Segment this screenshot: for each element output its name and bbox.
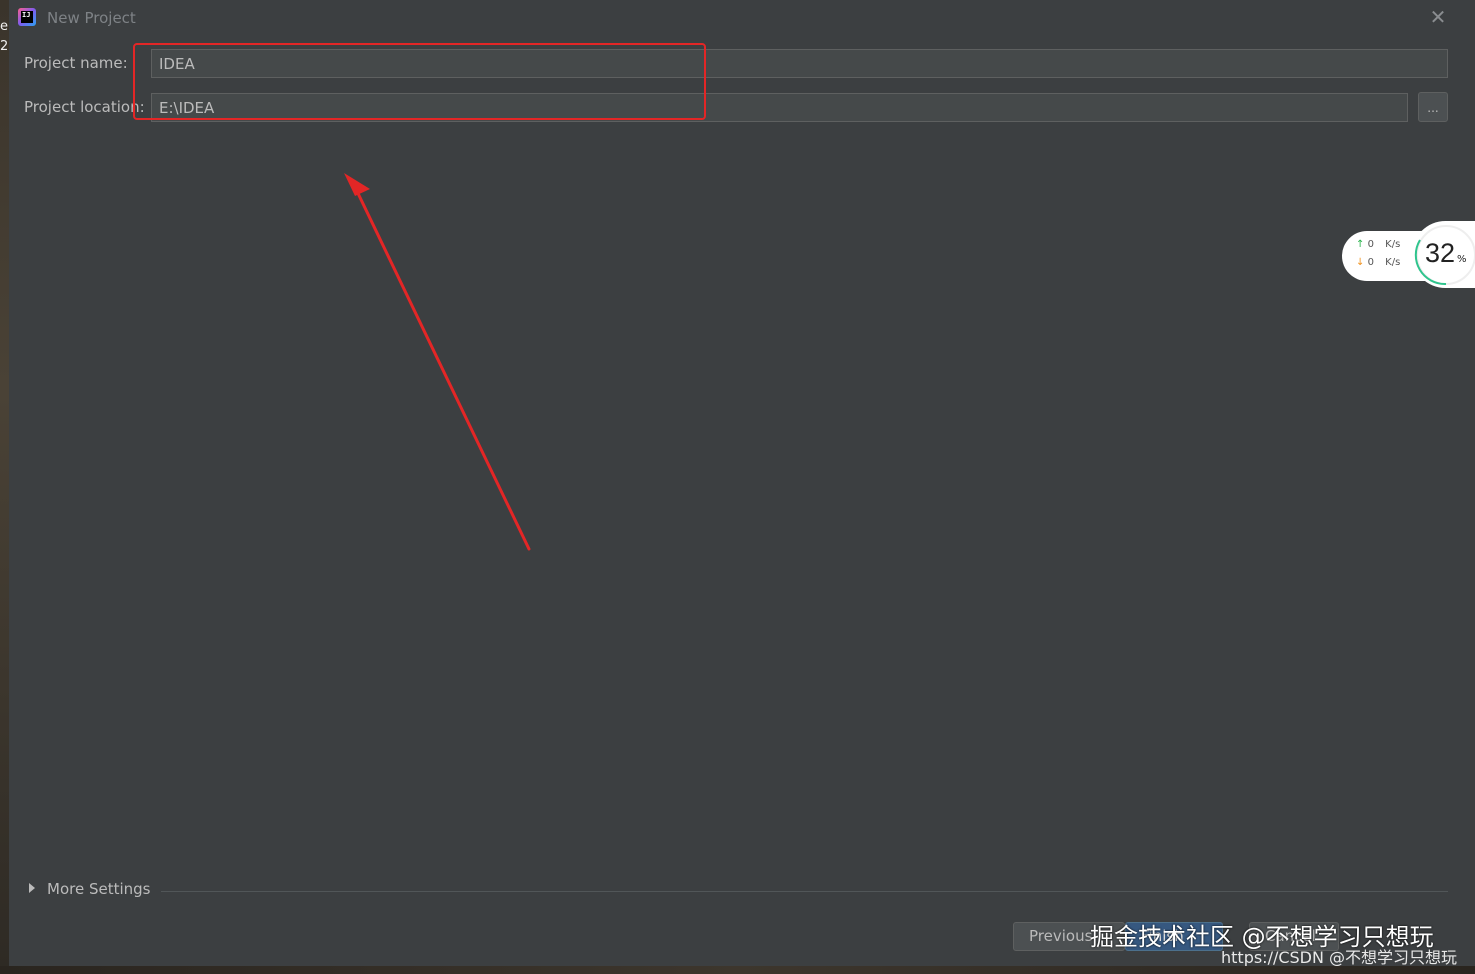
intellij-app-icon: IJ bbox=[18, 8, 36, 26]
cancel-button[interactable]: Cancel bbox=[1249, 922, 1339, 951]
app-icon-label: IJ bbox=[22, 11, 31, 19]
annotation-arrowhead bbox=[344, 173, 370, 196]
project-name-label: Project name: bbox=[24, 54, 128, 72]
upload-arrow-icon: ↑ bbox=[1356, 239, 1365, 250]
project-location-label: Project location: bbox=[24, 98, 145, 116]
desktop-bottom-edge bbox=[0, 966, 1475, 974]
download-value: 0 bbox=[1367, 257, 1374, 268]
download-unit: K/s bbox=[1385, 257, 1401, 268]
upload-unit: K/s bbox=[1385, 239, 1401, 250]
desktop-background: el 20 bbox=[0, 0, 9, 974]
annotation-arrow-shaft bbox=[352, 183, 531, 551]
upload-speed: ↑ 0 K/s bbox=[1356, 239, 1400, 250]
download-speed: ↓ 0 K/s bbox=[1356, 257, 1400, 268]
previous-button[interactable]: Previous bbox=[1013, 922, 1125, 951]
project-name-input[interactable] bbox=[151, 49, 1448, 78]
more-settings-label: More Settings bbox=[47, 880, 151, 898]
desktop-text-fragment: 20 bbox=[0, 40, 9, 54]
browse-location-button[interactable]: ... bbox=[1418, 92, 1448, 122]
project-location-input[interactable] bbox=[151, 93, 1408, 122]
expand-triangle-icon bbox=[29, 883, 35, 893]
new-project-dialog: IJ New Project ✕ Project name: Project l… bbox=[9, 0, 1475, 968]
more-settings-toggle[interactable]: More Settings bbox=[29, 880, 150, 898]
settings-divider bbox=[161, 891, 1448, 892]
window-title: New Project bbox=[47, 9, 136, 27]
download-arrow-icon: ↓ bbox=[1356, 257, 1365, 268]
cpu-percent-value: 32 bbox=[1425, 238, 1456, 268]
close-icon[interactable]: ✕ bbox=[1428, 7, 1448, 27]
cpu-usage-gauge: 32 % bbox=[1412, 221, 1475, 288]
upload-value: 0 bbox=[1367, 239, 1374, 250]
annotation-arrow bbox=[344, 173, 531, 551]
desktop-text-fragment: el bbox=[0, 20, 9, 34]
title-bar[interactable]: IJ New Project ✕ bbox=[9, 0, 1475, 36]
finish-button[interactable]: Finish bbox=[1125, 922, 1223, 951]
cpu-percent-unit: % bbox=[1457, 254, 1467, 265]
